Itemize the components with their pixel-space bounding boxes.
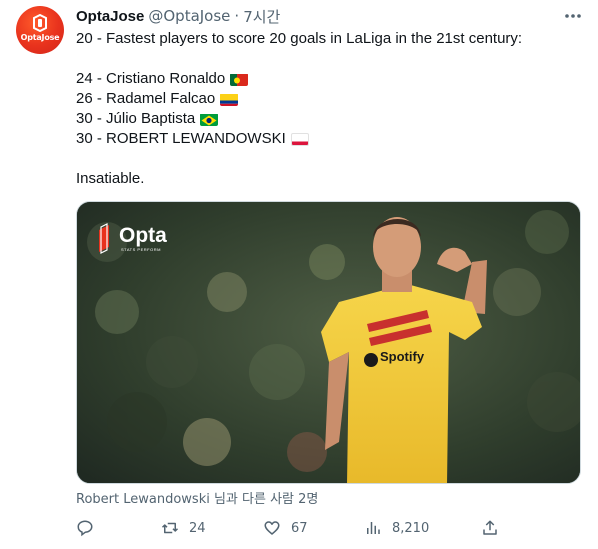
more-options-button[interactable] <box>562 6 584 26</box>
author-handle[interactable]: @OptaJose <box>148 7 230 25</box>
tagged-people[interactable]: Robert Lewandowski 님과 다른 사람 2명 <box>76 488 318 507</box>
like-button[interactable]: 67 <box>263 516 308 540</box>
heart-icon <box>264 521 280 535</box>
tweet-text: 20 - Fastest players to score 20 goals i… <box>76 29 586 189</box>
player-line: 24 - Cristiano Ronaldo <box>76 69 586 89</box>
reply-button[interactable] <box>76 516 104 540</box>
player-line: 26 - Radamel Falcao <box>76 89 586 109</box>
player-text: 26 - Radamel Falcao <box>76 90 216 107</box>
tweet-closing: Insatiable. <box>76 170 145 187</box>
player-text: 30 - Júlio Baptista <box>76 110 196 127</box>
portugal-flag-icon <box>230 73 249 86</box>
reply-icon <box>77 520 93 537</box>
opta-watermark <box>99 223 109 254</box>
retweet-count: 24 <box>189 520 206 536</box>
share-button[interactable] <box>481 516 499 540</box>
avatar[interactable]: OptaJose <box>16 6 64 54</box>
views-button[interactable]: 8,210 <box>364 516 429 540</box>
tweet[interactable]: OptaJose OptaJose @OptaJose · 7시간 20 - F… <box>0 0 598 549</box>
player-text: 30 - ROBERT LEWANDOWSKI <box>76 130 286 147</box>
player-line: 30 - ROBERT LEWANDOWSKI <box>76 129 586 149</box>
like-count: 67 <box>291 520 308 536</box>
retweet-icon <box>161 522 179 534</box>
author-name[interactable]: OptaJose <box>76 8 144 25</box>
tweet-intro: 20 - Fastest players to score 20 goals i… <box>76 30 523 47</box>
tweet-time[interactable]: 7시간 <box>243 6 280 27</box>
views-count: 8,210 <box>392 520 430 536</box>
share-icon <box>483 520 497 535</box>
shirt-sponsor: Spotify <box>380 349 425 364</box>
poland-flag-icon <box>290 132 309 146</box>
watermark-brand: Opta <box>119 224 167 247</box>
separator-dot: · <box>234 7 240 25</box>
retweet-button[interactable]: 24 <box>161 516 206 540</box>
avatar-label: OptaJose <box>20 33 60 42</box>
tweet-photo[interactable]: Opta STATS PERFORM Spotify <box>76 201 581 484</box>
player-text: 24 - Cristiano Ronaldo <box>76 70 226 87</box>
tweet-header: OptaJose @OptaJose · 7시간 <box>76 6 280 26</box>
opta-logo-icon <box>33 14 47 32</box>
player-line: 30 - Júlio Baptista <box>76 109 586 129</box>
views-chart-icon <box>367 522 380 534</box>
watermark-sub: STATS PERFORM <box>121 247 161 252</box>
colombia-flag-icon <box>220 93 239 106</box>
tweet-actions: 24 67 8,210 <box>76 516 586 540</box>
brazil-flag-icon <box>200 113 219 126</box>
more-dots-icon <box>565 14 581 18</box>
